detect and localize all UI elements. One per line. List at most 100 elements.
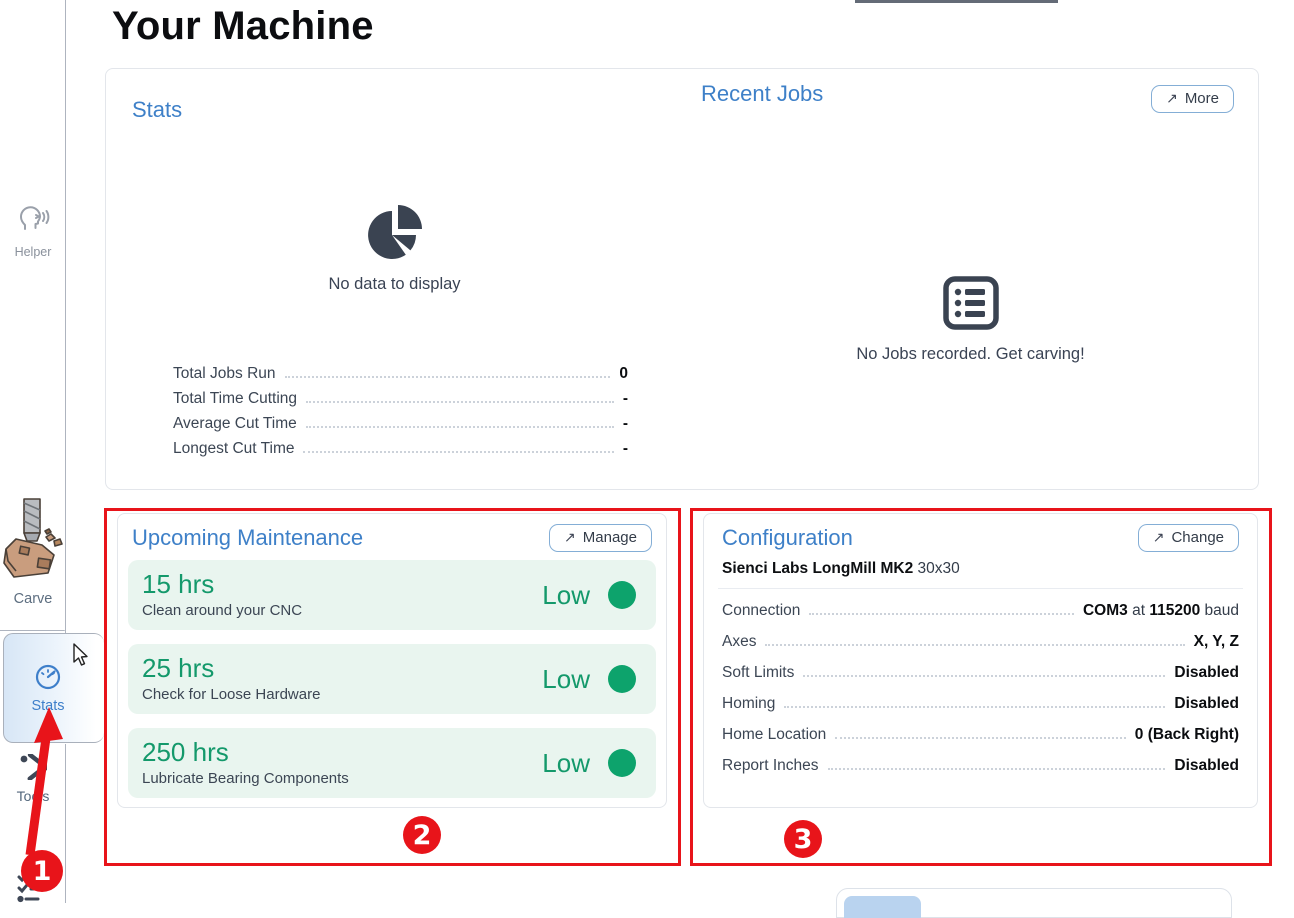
job-list-icon	[942, 275, 1000, 336]
configuration-title: Configuration	[722, 525, 853, 551]
sidebar-item-label: Carve	[14, 591, 53, 607]
maintenance-severity: Low	[542, 748, 590, 779]
sidebar-divider	[0, 630, 65, 631]
configuration-label: Connection	[722, 602, 800, 620]
dotted-leader	[803, 675, 1165, 677]
stat-row: Longest Cut Time -	[173, 436, 628, 461]
bottom-cropped-button[interactable]	[844, 896, 921, 918]
dotted-leader	[306, 401, 614, 403]
sidebar-item-label: Tools	[17, 788, 50, 804]
stat-label: Longest Cut Time	[173, 440, 294, 458]
sidebar-item-label: Helper	[15, 245, 52, 259]
external-link-icon: ↗	[1166, 90, 1178, 107]
recent-jobs-empty-text: No Jobs recorded. Get carving!	[856, 345, 1084, 364]
stat-row: Average Cut Time -	[173, 411, 628, 436]
status-dot-icon	[608, 665, 636, 693]
configuration-value: Disabled	[1174, 757, 1239, 775]
checklist-icon	[15, 869, 51, 908]
stat-value: 0	[619, 365, 628, 383]
maintenance-severity: Low	[542, 580, 590, 611]
configuration-label: Home Location	[722, 726, 826, 744]
manage-button[interactable]: ↗ Manage	[549, 524, 652, 552]
machine-name-line: Sienci Labs LongMill MK2 30x30	[718, 556, 1243, 589]
maintenance-title: Upcoming Maintenance	[132, 525, 363, 551]
stat-row: Total Jobs Run 0	[173, 361, 628, 386]
maintenance-item[interactable]: 250 hrs Lubricate Bearing Components Low	[128, 728, 656, 798]
stats-gauge-icon	[33, 663, 63, 696]
configuration-card: Configuration ↗ Change Sienci Labs LongM…	[703, 513, 1258, 808]
configuration-value: X, Y, Z	[1194, 633, 1239, 651]
configuration-value: COM3 at 115200 baud	[1083, 602, 1239, 620]
sidebar-item-checklist[interactable]	[0, 869, 66, 908]
top-cropped-element	[855, 0, 1058, 3]
pie-chart-icon	[364, 199, 426, 266]
dotted-leader	[285, 376, 611, 378]
maintenance-severity: Low	[542, 664, 590, 695]
maintenance-task: Check for Loose Hardware	[142, 686, 320, 703]
configuration-label: Report Inches	[722, 757, 819, 775]
stats-recent-jobs-card: Stats No data to display Total Jobs Run …	[105, 68, 1259, 490]
carve-icon	[2, 497, 64, 588]
configuration-label: Axes	[722, 633, 756, 651]
sidebar: Helper	[0, 0, 66, 903]
status-dot-icon	[608, 749, 636, 777]
configuration-value: Disabled	[1174, 664, 1239, 682]
stats-panel-title: Stats	[132, 97, 182, 123]
dotted-leader	[306, 426, 614, 428]
stat-label: Total Jobs Run	[173, 365, 276, 383]
bottom-cropped-card	[836, 888, 1232, 918]
machine-variant: 30x30	[918, 560, 960, 577]
status-dot-icon	[608, 581, 636, 609]
configuration-value: Disabled	[1174, 695, 1239, 713]
sidebar-item-carve[interactable]: Carve	[0, 497, 66, 607]
dotted-leader	[809, 613, 1074, 615]
external-link-icon: ↗	[564, 529, 576, 546]
configuration-label: Soft Limits	[722, 664, 794, 682]
change-button[interactable]: ↗ Change	[1138, 524, 1239, 552]
sidebar-item-tools[interactable]: Tools	[0, 754, 66, 804]
configuration-list: Connection COM3 at 115200 baud Axes X, Y…	[718, 589, 1243, 781]
configuration-row: Report Inches Disabled	[722, 750, 1239, 781]
sidebar-item-stats-active[interactable]: Stats	[3, 633, 104, 743]
more-button[interactable]: ↗ More	[1151, 85, 1234, 113]
maintenance-task: Clean around your CNC	[142, 602, 302, 619]
stats-empty-state: No data to display	[106, 199, 683, 294]
page-title: Your Machine	[112, 4, 374, 49]
maintenance-item[interactable]: 25 hrs Check for Loose Hardware Low	[128, 644, 656, 714]
maintenance-item[interactable]: 15 hrs Clean around your CNC Low	[128, 560, 656, 630]
stats-panel: Stats No data to display Total Jobs Run …	[106, 69, 683, 489]
stat-label: Total Time Cutting	[173, 390, 297, 408]
tools-icon	[19, 754, 47, 785]
configuration-row: Connection COM3 at 115200 baud	[722, 595, 1239, 626]
external-link-icon: ↗	[1153, 529, 1165, 546]
configuration-label: Homing	[722, 695, 775, 713]
helper-icon	[15, 201, 51, 242]
maintenance-hours: 25 hrs	[142, 655, 320, 682]
stat-value: -	[623, 440, 628, 458]
configuration-row: Axes X, Y, Z	[722, 626, 1239, 657]
stats-list: Total Jobs Run 0 Total Time Cutting - Av…	[173, 361, 628, 461]
dotted-leader	[784, 706, 1165, 708]
stat-value: -	[623, 390, 628, 408]
machine-name: Sienci Labs LongMill MK2	[722, 560, 913, 577]
stat-value: -	[623, 415, 628, 433]
dotted-leader	[303, 451, 613, 453]
stat-row: Total Time Cutting -	[173, 386, 628, 411]
maintenance-card: Upcoming Maintenance ↗ Manage 15 hrs Cle…	[117, 513, 667, 808]
maintenance-hours: 250 hrs	[142, 739, 349, 766]
configuration-row: Soft Limits Disabled	[722, 657, 1239, 688]
maintenance-list: 15 hrs Clean around your CNC Low 25 hrs …	[128, 560, 656, 798]
annotation-badge-3: 3	[784, 820, 822, 858]
dotted-leader	[835, 737, 1126, 739]
annotation-badge-2: 2	[403, 816, 441, 854]
app-window: Helper	[0, 0, 1294, 903]
sidebar-item-label: Stats	[31, 698, 64, 714]
configuration-value: 0 (Back Right)	[1135, 726, 1239, 744]
stats-empty-text: No data to display	[328, 275, 460, 294]
configuration-row: Home Location 0 (Back Right)	[722, 719, 1239, 750]
maintenance-hours: 15 hrs	[142, 571, 302, 598]
dotted-leader	[765, 644, 1184, 646]
dotted-leader	[828, 768, 1166, 770]
maintenance-task: Lubricate Bearing Components	[142, 770, 349, 787]
sidebar-item-helper[interactable]: Helper	[0, 201, 66, 259]
